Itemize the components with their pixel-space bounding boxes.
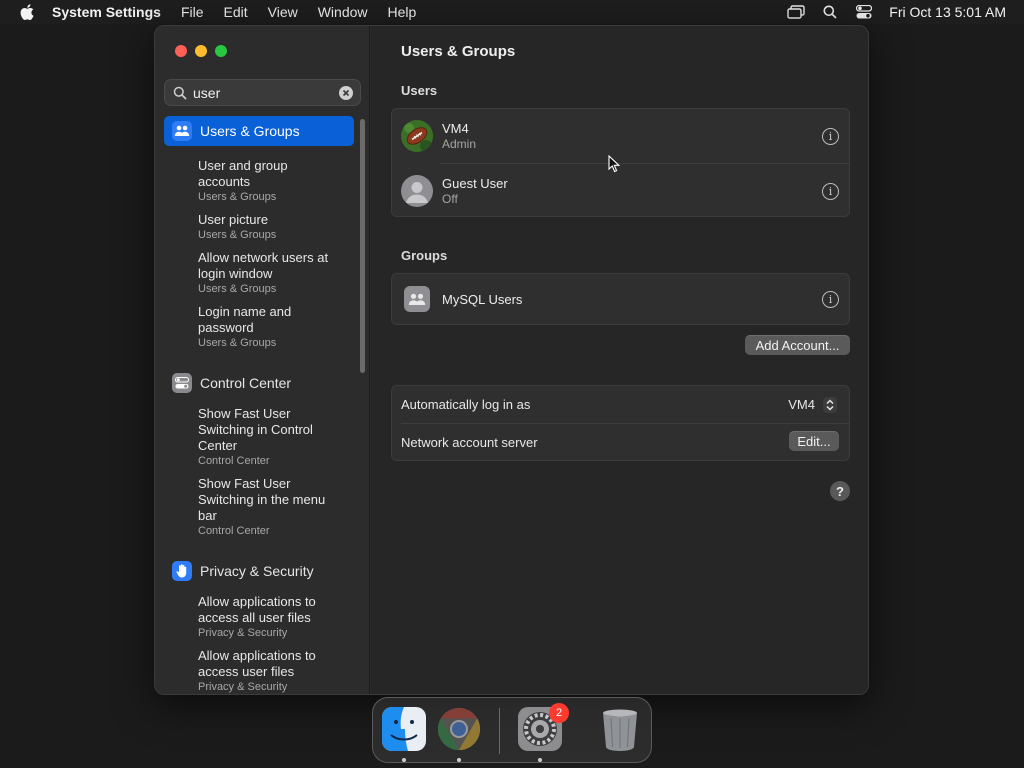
- dock-running-indicator: [402, 758, 406, 762]
- search-result-item[interactable]: Login name and password Users & Groups: [164, 304, 354, 350]
- info-icon[interactable]: i: [822, 127, 839, 145]
- network-server-label: Network account server: [401, 435, 538, 450]
- sidebar-item-label: Privacy & Security: [200, 563, 314, 579]
- user-role: Admin: [442, 137, 477, 151]
- users-panel: VM4 Admin i Guest User Off i: [391, 108, 850, 217]
- group-icon: [404, 286, 430, 312]
- clear-search-icon[interactable]: [339, 86, 353, 100]
- control-center-icon: [172, 373, 192, 393]
- search-result-category: Users & Groups: [198, 337, 277, 349]
- search-result-item[interactable]: Show Fast User Switching in Control Cent…: [164, 406, 354, 468]
- main-pane: Users & Groups Users VM4 Admin i Guest U…: [371, 26, 868, 694]
- search-result-title: Login name and password: [198, 304, 292, 335]
- close-window-button[interactable]: [175, 45, 187, 57]
- sidebar-item-control-center[interactable]: Control Center: [164, 368, 354, 398]
- search-result-item[interactable]: User picture Users & Groups: [164, 212, 354, 242]
- users-groups-icon: [172, 121, 192, 141]
- search-results-list: Users & Groups User and group accounts U…: [164, 116, 354, 694]
- dock-running-indicator: [538, 758, 542, 762]
- menu-edit[interactable]: Edit: [224, 4, 248, 20]
- search-result-item[interactable]: Show Fast User Switching in the menu bar…: [164, 476, 354, 538]
- network-server-row: Network account server: [392, 424, 849, 461]
- user-row-vm4[interactable]: VM4 Admin i: [392, 109, 849, 163]
- search-result-item[interactable]: Allow applications to access user files …: [164, 648, 354, 694]
- screen-mirroring-icon[interactable]: [787, 4, 805, 20]
- sidebar: Users & Groups User and group accounts U…: [155, 26, 370, 694]
- trash-icon[interactable]: [597, 706, 643, 752]
- search-result-category: Users & Groups: [198, 229, 277, 241]
- dock-running-indicator: [457, 758, 461, 762]
- chrome-icon[interactable]: [436, 706, 482, 752]
- auto-login-row: Automatically log in as VM4: [392, 386, 849, 423]
- dock-divider: [499, 708, 500, 754]
- groups-section-header: Groups: [401, 248, 448, 263]
- dock: 2: [372, 697, 652, 763]
- notification-badge: 2: [549, 703, 569, 723]
- menu-clock[interactable]: Fri Oct 13 5:01 AM: [889, 4, 1006, 20]
- minimize-window-button[interactable]: [195, 45, 207, 57]
- search-result-title: Allow applications to access all user fi…: [198, 594, 316, 625]
- search-result-category: Control Center: [198, 455, 270, 467]
- zoom-window-button[interactable]: [215, 45, 227, 57]
- sidebar-item-label: Control Center: [200, 375, 292, 391]
- sidebar-item-users-groups[interactable]: Users & Groups: [164, 116, 354, 146]
- info-icon[interactable]: i: [822, 182, 839, 200]
- search-result-title: User and group accounts: [198, 158, 288, 189]
- hand-icon: [172, 561, 192, 581]
- mouse-cursor-icon: [608, 155, 620, 173]
- search-result-category: Users & Groups: [198, 283, 277, 295]
- user-role: Off: [442, 192, 458, 206]
- search-result-title: Show Fast User Switching in Control Cent…: [198, 406, 313, 453]
- search-result-title: Show Fast User Switching in the menu bar: [198, 476, 326, 523]
- sidebar-scrollbar[interactable]: [360, 119, 365, 373]
- football-avatar-icon: [401, 120, 433, 152]
- auto-login-value[interactable]: VM4: [788, 397, 815, 412]
- auto-login-popup-chevron-icon[interactable]: [823, 396, 837, 413]
- finder-icon[interactable]: [381, 706, 427, 752]
- menu-bar-extras: Fri Oct 13 5:01 AM: [771, 0, 1006, 24]
- search-field[interactable]: [164, 79, 361, 106]
- search-result-category: Users & Groups: [198, 191, 277, 203]
- group-row-mysql[interactable]: MySQL Users i: [392, 273, 849, 325]
- person-avatar-icon: [401, 175, 433, 207]
- settings-window: Users & Groups User and group accounts U…: [154, 25, 869, 695]
- menu-app-name[interactable]: System Settings: [52, 4, 161, 20]
- search-input[interactable]: [193, 84, 333, 101]
- user-name: Guest User: [442, 176, 508, 191]
- window-controls: [175, 45, 227, 57]
- menu-bar: System Settings File Edit View Window He…: [0, 0, 1024, 24]
- search-result-category: Privacy & Security: [198, 627, 288, 639]
- sidebar-item-label: Users & Groups: [200, 123, 300, 139]
- spotlight-search-icon[interactable]: [821, 4, 839, 20]
- users-section-header: Users: [401, 83, 438, 98]
- login-options-panel: Automatically log in as VM4 Network acco…: [391, 385, 850, 461]
- search-result-category: Privacy & Security: [198, 681, 288, 693]
- search-result-title: Allow network users at login window: [198, 250, 329, 281]
- search-result-title: User picture: [198, 212, 269, 227]
- search-result-title: Allow applications to access user files: [198, 648, 316, 679]
- add-account-button[interactable]: Add Account...: [745, 335, 850, 355]
- menu-view[interactable]: View: [268, 4, 298, 20]
- groups-panel: MySQL Users i: [391, 273, 850, 325]
- search-icon: [173, 86, 187, 100]
- sidebar-item-privacy-security[interactable]: Privacy & Security: [164, 556, 354, 586]
- edit-network-server-button[interactable]: Edit...: [789, 431, 839, 451]
- info-icon[interactable]: i: [822, 290, 839, 308]
- search-result-category: Control Center: [198, 525, 270, 537]
- user-name: VM4: [442, 121, 469, 136]
- search-result-item[interactable]: Allow applications to access all user fi…: [164, 594, 354, 640]
- group-name: MySQL Users: [442, 291, 523, 307]
- page-title: Users & Groups: [401, 43, 516, 60]
- help-button[interactable]: ?: [830, 481, 850, 501]
- search-result-item[interactable]: Allow network users at login window User…: [164, 250, 354, 296]
- menu-window[interactable]: Window: [318, 4, 368, 20]
- apple-icon[interactable]: [20, 4, 34, 20]
- control-center-icon[interactable]: [855, 4, 873, 20]
- menu-file[interactable]: File: [181, 4, 204, 20]
- search-result-item[interactable]: User and group accounts Users & Groups: [164, 158, 354, 204]
- user-row-guest[interactable]: Guest User Off i: [392, 164, 849, 218]
- auto-login-label: Automatically log in as: [401, 397, 531, 412]
- menu-help[interactable]: Help: [388, 4, 417, 20]
